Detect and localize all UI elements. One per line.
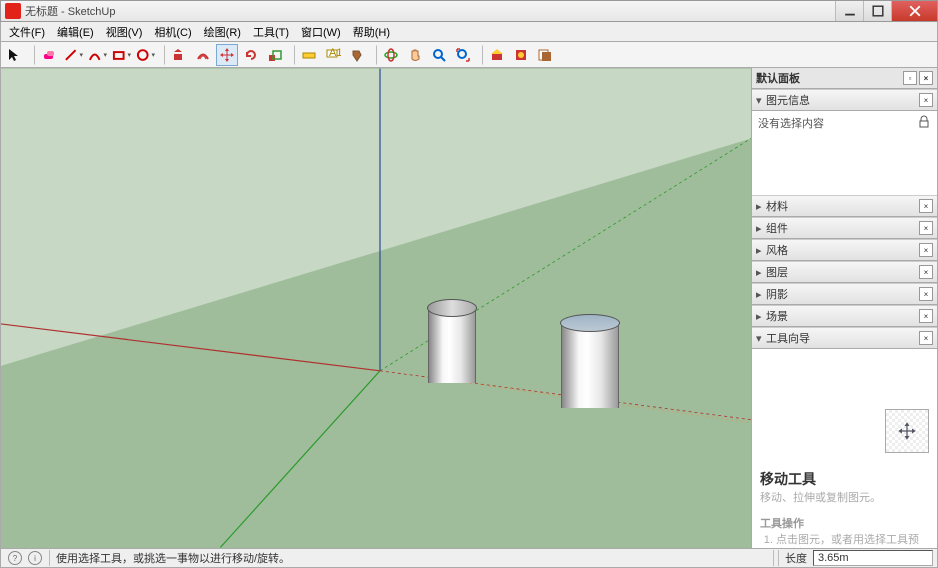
- menu-help[interactable]: 帮助(H): [347, 22, 396, 42]
- select-tool[interactable]: [4, 44, 26, 66]
- panel-close-icon[interactable]: ×: [919, 93, 933, 107]
- measure-input[interactable]: [813, 550, 933, 566]
- help-icon[interactable]: ?: [8, 551, 22, 565]
- offset-tool[interactable]: [192, 44, 214, 66]
- close-button[interactable]: [891, 1, 937, 21]
- panel-components[interactable]: ▸组件×: [752, 217, 937, 239]
- move-tool[interactable]: [216, 44, 238, 66]
- panel-layers[interactable]: ▸图层×: [752, 261, 937, 283]
- model-cylinder-1[interactable]: [428, 308, 476, 383]
- text-tool[interactable]: A1: [322, 44, 344, 66]
- zoom-tool[interactable]: [428, 44, 450, 66]
- maximize-button[interactable]: [863, 1, 891, 21]
- info-icon[interactable]: i: [28, 551, 42, 565]
- tray-title[interactable]: 默认面板 ▫ ×: [752, 68, 937, 89]
- panel-instructor[interactable]: ▾工具向导×: [752, 327, 937, 349]
- zoom-extents-tool[interactable]: [452, 44, 474, 66]
- pushpull-tool[interactable]: [168, 44, 190, 66]
- svg-text:A1: A1: [329, 47, 341, 59]
- warehouse-tool[interactable]: [486, 44, 508, 66]
- rotate-tool[interactable]: [240, 44, 262, 66]
- menu-tools[interactable]: 工具(T): [247, 22, 295, 42]
- separator: [289, 45, 295, 65]
- titlebar: 无标题 - SketchUp: [0, 0, 938, 22]
- lock-icon[interactable]: [917, 115, 931, 129]
- separator: [159, 45, 165, 65]
- viewport-3d[interactable]: [1, 68, 751, 548]
- separator: [371, 45, 377, 65]
- menu-view[interactable]: 视图(V): [100, 22, 149, 42]
- separator: [773, 550, 774, 566]
- no-selection-text: 没有选择内容: [758, 115, 824, 131]
- layout-tool[interactable]: [534, 44, 556, 66]
- scale-tool[interactable]: [264, 44, 286, 66]
- menu-edit[interactable]: 编辑(E): [51, 22, 100, 42]
- tray-pin-icon[interactable]: ▫: [903, 71, 917, 85]
- menubar: 文件(F) 编辑(E) 视图(V) 相机(C) 绘图(R) 工具(T) 窗口(W…: [0, 22, 938, 42]
- panel-materials[interactable]: ▸材料×: [752, 195, 937, 217]
- instructor-subtitle: 移动、拉伸或复制图元。: [760, 489, 929, 505]
- tray-title-label: 默认面板: [756, 70, 800, 86]
- window-title: 无标题 - SketchUp: [25, 3, 115, 19]
- entity-info-body: 没有选择内容: [752, 111, 937, 195]
- separator: [49, 550, 50, 566]
- arc-tool[interactable]: ▾: [86, 44, 108, 66]
- statusbar: ? i 使用选择工具，或挑选一事物以进行移动/旋转。 长度: [0, 548, 938, 568]
- circle-tool[interactable]: ▾: [134, 44, 156, 66]
- panel-styles[interactable]: ▸风格×: [752, 239, 937, 261]
- separator: [29, 45, 35, 65]
- minimize-button[interactable]: [835, 1, 863, 21]
- menu-window[interactable]: 窗口(W): [295, 22, 347, 42]
- panel-scenes[interactable]: ▸场景×: [752, 305, 937, 327]
- menu-file[interactable]: 文件(F): [3, 22, 51, 42]
- paint-tool[interactable]: [346, 44, 368, 66]
- extension-tool[interactable]: [510, 44, 532, 66]
- instructor-body: 移动工具 移动、拉伸或复制图元。 工具操作 点击图元，或者用选择工具预先选择多个…: [752, 349, 937, 548]
- eraser-tool[interactable]: [38, 44, 60, 66]
- toolbar: ▾ ▾ ▾ ▾ A1: [0, 42, 938, 68]
- pan-tool[interactable]: [404, 44, 426, 66]
- measure-label: 长度: [778, 550, 813, 566]
- rectangle-tool[interactable]: ▾: [110, 44, 132, 66]
- instructor-heading: 移动工具: [760, 469, 929, 489]
- menu-draw[interactable]: 绘图(R): [198, 22, 247, 42]
- menu-camera[interactable]: 相机(C): [148, 22, 197, 42]
- axis-overlay: [1, 68, 751, 548]
- model-cylinder-2[interactable]: [561, 323, 619, 408]
- separator: [477, 45, 483, 65]
- instructor-thumbnail: [885, 409, 929, 453]
- tape-tool[interactable]: [298, 44, 320, 66]
- tray-close-icon[interactable]: ×: [919, 71, 933, 85]
- panel-title: 图元信息: [766, 92, 810, 108]
- panel-entity-info[interactable]: ▾ 图元信息 ×: [752, 89, 937, 111]
- panel-shadows[interactable]: ▸阴影×: [752, 283, 937, 305]
- instructor-step: 点击图元，或者用选择工具预先选择多个图元。: [776, 533, 929, 548]
- tray-panel: 默认面板 ▫ × ▾ 图元信息 × 没有选择内容 ▸材料× ▸组件× ▸风格× …: [751, 68, 937, 548]
- status-hint: 使用选择工具，或挑选一事物以进行移动/旋转。: [56, 550, 290, 566]
- app-icon: [5, 3, 21, 19]
- line-tool[interactable]: ▾: [62, 44, 84, 66]
- instructor-op-title: 工具操作: [760, 515, 929, 531]
- expand-icon: ▾: [756, 94, 766, 107]
- orbit-tool[interactable]: [380, 44, 402, 66]
